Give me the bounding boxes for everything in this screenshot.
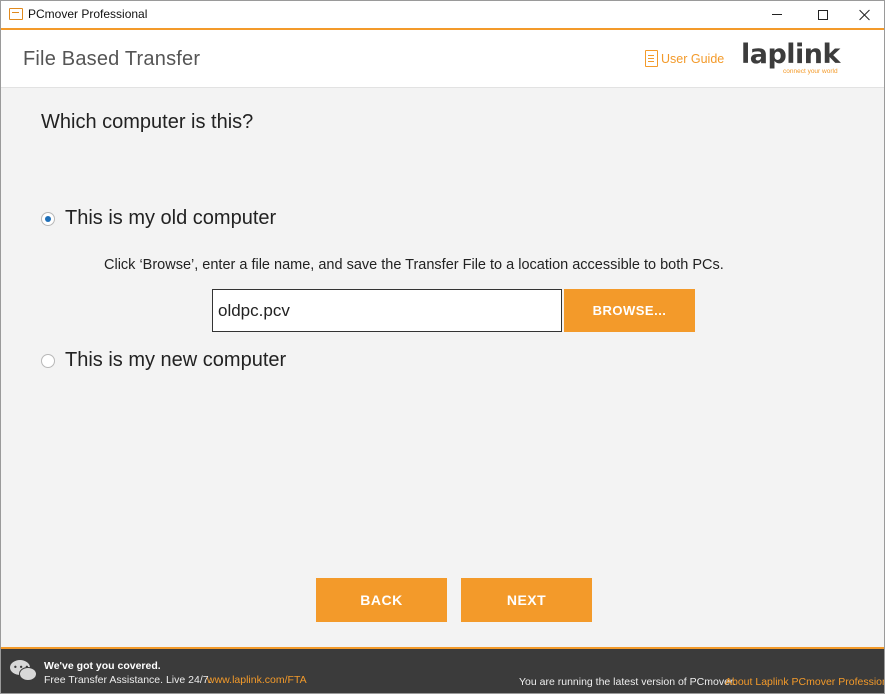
user-guide-label: User Guide (661, 51, 725, 66)
user-guide-link[interactable]: User Guide (645, 50, 724, 67)
fta-link[interactable]: www.laplink.com/FTA (207, 674, 307, 686)
next-button[interactable]: NEXT (461, 578, 592, 622)
file-name-input[interactable] (212, 289, 562, 332)
pcmover-app-icon (9, 8, 23, 20)
browse-button[interactable]: BROWSE... (564, 289, 695, 332)
document-icon (645, 50, 658, 67)
support-subtext: Free Transfer Assistance. Live 24/7. (44, 674, 212, 686)
logo-tagline: connect your world (783, 68, 838, 75)
minimize-button[interactable] (756, 1, 798, 28)
radio-label-old-computer: This is my old computer (65, 207, 277, 229)
support-headline: We've got you covered. (44, 660, 161, 672)
logo-wordmark: laplink (741, 39, 841, 70)
back-button[interactable]: BACK (316, 578, 447, 622)
instructions-text: Click ‘Browse’, enter a file name, and s… (104, 257, 724, 273)
radio-selected-icon[interactable] (41, 211, 55, 226)
chat-bubbles-icon: ••• (10, 660, 38, 684)
footer-bar: ••• We've got you covered. Free Transfer… (1, 649, 884, 693)
question-heading: Which computer is this? (41, 111, 254, 133)
close-icon (859, 9, 871, 21)
minimize-icon (772, 14, 782, 15)
about-link[interactable]: About Laplink PCmover Professional (725, 676, 884, 688)
laplink-logo: laplink connect your world (741, 39, 841, 79)
maximize-icon (818, 9, 828, 20)
app-window: PCmover Professional File Based Transfer… (0, 0, 885, 694)
radio-option-new-computer[interactable]: This is my new computer (41, 349, 286, 372)
radio-option-old-computer[interactable]: This is my old computer (41, 207, 276, 230)
window-title: PCmover Professional (28, 7, 148, 21)
page-title: File Based Transfer (23, 48, 201, 70)
close-button[interactable] (844, 1, 884, 28)
version-status-text: You are running the latest version of PC… (519, 676, 736, 688)
radio-label-new-computer: This is my new computer (65, 349, 287, 371)
maximize-button[interactable] (802, 1, 844, 28)
radio-unselected-icon[interactable] (41, 353, 55, 368)
page-header: File Based Transfer User Guide laplink c… (1, 30, 884, 88)
title-bar: PCmover Professional (1, 1, 884, 28)
